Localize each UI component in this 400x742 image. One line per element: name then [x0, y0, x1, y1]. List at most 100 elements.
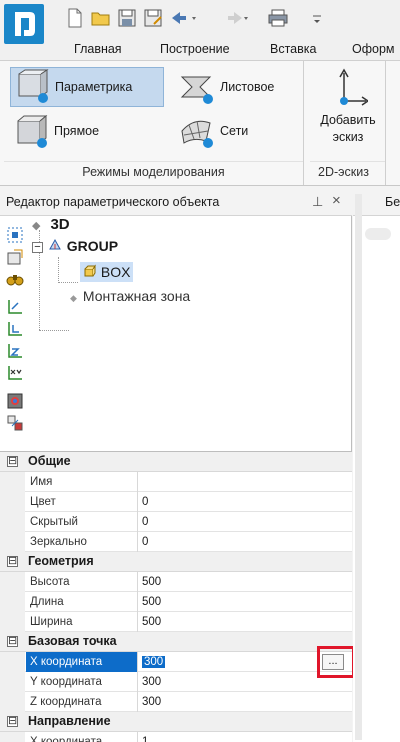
- tree-line: [58, 282, 78, 283]
- tree-label-zone: Монтажная зона: [82, 288, 191, 304]
- tree-node-3d[interactable]: ◆ 3D: [32, 214, 70, 234]
- property-row[interactable]: Имя: [0, 472, 352, 492]
- category-title: Базовая точка: [28, 634, 117, 648]
- close-icon[interactable]: ×: [332, 192, 341, 209]
- parametric-label: Параметрика: [55, 80, 133, 94]
- property-name: Y координата: [26, 672, 138, 692]
- property-value[interactable]: 0: [139, 532, 352, 552]
- pin-icon[interactable]: ⊥: [312, 194, 323, 210]
- direct-button[interactable]: Прямое: [10, 111, 164, 151]
- collapse-toggle-icon[interactable]: ⊟: [7, 716, 18, 727]
- property-row[interactable]: Цвет 0: [0, 492, 352, 512]
- property-value[interactable]: 500: [139, 592, 352, 612]
- save-as-icon[interactable]: [142, 7, 164, 29]
- add-sketch-button[interactable]: Добавить эскиз: [310, 65, 386, 146]
- parametric-button[interactable]: Параметрика: [10, 67, 164, 107]
- property-value[interactable]: 1: [139, 732, 352, 742]
- add-sketch-label-line2: эскиз: [332, 130, 364, 144]
- sheet-button[interactable]: Листовое: [176, 67, 300, 107]
- property-value[interactable]: 500: [139, 572, 352, 592]
- property-row[interactable]: X координата 1: [0, 732, 352, 742]
- category-title: Направление: [28, 714, 111, 728]
- palette-icon[interactable]: [6, 392, 24, 410]
- tree-line: [39, 330, 69, 331]
- add-object-icon[interactable]: [6, 248, 24, 266]
- save-icon[interactable]: [116, 7, 138, 29]
- object-tree: ◆ 3D − GROUP BOX ◆ Монтажная зона: [30, 216, 350, 448]
- collapse-toggle-icon[interactable]: ⊟: [7, 636, 18, 647]
- collapse-toggle-icon[interactable]: ⊟: [7, 556, 18, 567]
- app-logo[interactable]: [4, 4, 44, 44]
- category-base-point[interactable]: ⊟ Базовая точка: [0, 632, 352, 652]
- undo-icon[interactable]: [168, 7, 198, 29]
- property-value[interactable]: 500: [139, 612, 352, 632]
- redo-icon[interactable]: [220, 7, 250, 29]
- property-value[interactable]: 0: [139, 512, 352, 532]
- tree-label-box: BOX: [100, 264, 131, 280]
- tab-home[interactable]: Главная: [74, 38, 122, 60]
- property-row-selected[interactable]: X координата 300 ...: [0, 652, 352, 672]
- property-row[interactable]: Длина 500: [0, 592, 352, 612]
- property-row[interactable]: Y координата 300: [0, 672, 352, 692]
- binoculars-icon[interactable]: [6, 270, 24, 288]
- property-row[interactable]: Высота 500: [0, 572, 352, 592]
- category-geometry[interactable]: ⊟ Геометрия: [0, 552, 352, 572]
- sketch-axes-icon: [339, 68, 370, 106]
- property-row[interactable]: Зеркально 0: [0, 532, 352, 552]
- quick-access-toolbar: [0, 0, 400, 44]
- property-value[interactable]: 300: [139, 692, 352, 712]
- customize-toolbar-icon[interactable]: [310, 7, 324, 29]
- axis-xyz-icon[interactable]: [6, 364, 24, 382]
- tree-node-box[interactable]: BOX: [80, 262, 134, 282]
- sketch-group: Добавить эскиз 2D-эскиз: [310, 61, 386, 185]
- direct-modeling-icon: [10, 113, 50, 149]
- highlight-frame: [317, 646, 355, 678]
- tab-build[interactable]: Построение: [160, 38, 230, 60]
- add-sketch-label-line1: Добавить: [320, 113, 376, 127]
- modeling-modes-caption: Режимы моделирования: [4, 161, 303, 181]
- print-icon[interactable]: [266, 7, 292, 29]
- tree-node-zone[interactable]: ◆ Монтажная зона: [70, 286, 190, 306]
- property-name: Z координата: [26, 692, 138, 712]
- parametric-icon: [11, 69, 51, 105]
- axis-x-icon[interactable]: [6, 298, 24, 316]
- property-row[interactable]: Скрытый 0: [0, 512, 352, 532]
- property-name: Зеркально: [26, 532, 138, 552]
- select-tool-icon[interactable]: [6, 226, 24, 244]
- new-file-icon[interactable]: [64, 7, 86, 29]
- panel-header: Редактор параметрического объекта ⊥ ×: [0, 190, 352, 216]
- link-parts-icon[interactable]: [6, 414, 24, 432]
- category-general[interactable]: ⊟ Общие: [0, 452, 352, 472]
- property-row[interactable]: Z координата 300: [0, 692, 352, 712]
- category-title: Общие: [28, 454, 71, 468]
- modeling-modes-group: Параметрика Листовое Прямое Сети Режимы …: [4, 61, 304, 185]
- axis-z-icon[interactable]: [6, 342, 24, 360]
- collapse-toggle-icon[interactable]: −: [32, 241, 43, 253]
- property-name: X координата: [26, 732, 138, 742]
- sketch-group-caption: 2D-эскиз: [310, 161, 385, 181]
- sheet-metal-icon: [176, 69, 216, 105]
- vertical-scrollbar[interactable]: [355, 194, 362, 740]
- tree-bullet-icon: ◆: [70, 293, 77, 303]
- viewport-control-icon[interactable]: [365, 228, 391, 240]
- property-value[interactable]: 300: [142, 656, 166, 668]
- property-value[interactable]: 0: [139, 492, 352, 512]
- collapse-toggle-icon[interactable]: ⊟: [7, 456, 18, 467]
- direct-label: Прямое: [54, 124, 100, 138]
- tab-insert[interactable]: Вставка: [270, 38, 316, 60]
- open-folder-icon[interactable]: [90, 7, 112, 29]
- tab-format[interactable]: Оформ: [352, 38, 395, 60]
- category-direction[interactable]: ⊟ Направление: [0, 712, 352, 732]
- tree-bullet-icon: ◆: [32, 220, 41, 232]
- property-name: Цвет: [26, 492, 138, 512]
- tree-node-group[interactable]: − GROUP: [32, 236, 118, 256]
- property-name: Ширина: [26, 612, 138, 632]
- property-name: Скрытый: [26, 512, 138, 532]
- mesh-icon: [176, 113, 216, 149]
- axis-y-icon[interactable]: [6, 320, 24, 338]
- mesh-button[interactable]: Сети: [176, 111, 300, 151]
- property-value[interactable]: [139, 472, 352, 492]
- property-row[interactable]: Ширина 500: [0, 612, 352, 632]
- property-name: Длина: [26, 592, 138, 612]
- tree-line: [58, 257, 59, 283]
